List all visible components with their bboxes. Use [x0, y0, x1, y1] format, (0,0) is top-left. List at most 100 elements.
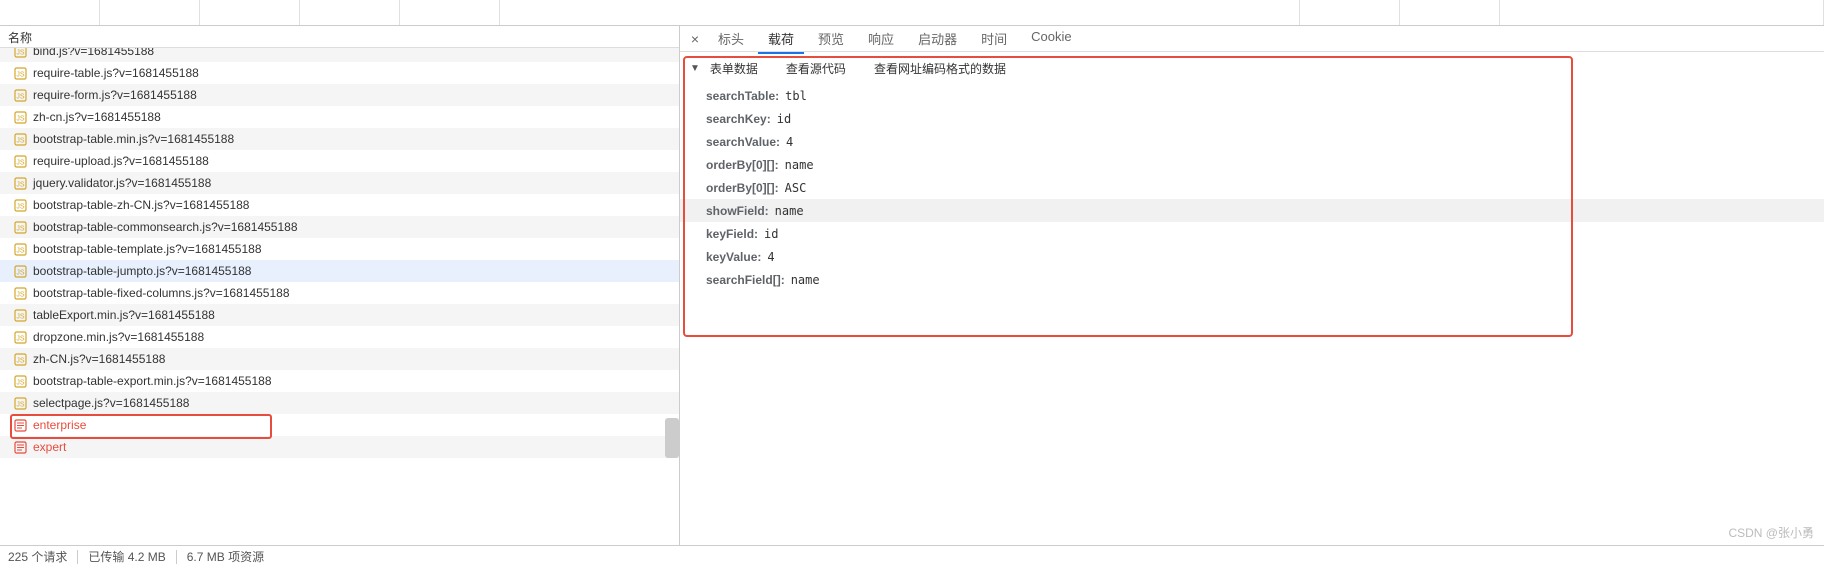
form-key: keyField:	[706, 227, 758, 241]
separator	[77, 550, 78, 564]
svg-text:JS: JS	[16, 49, 25, 56]
file-name-label: jquery.validator.js?v=1681455188	[33, 176, 211, 190]
sublink-view-source[interactable]: 查看源代码	[786, 60, 846, 77]
detail-tab[interactable]: 标头	[708, 25, 754, 53]
form-value: tbl	[785, 89, 807, 103]
tab-cell[interactable]	[200, 0, 300, 25]
network-request-row[interactable]: JSzh-cn.js?v=1681455188	[0, 106, 679, 128]
js-file-icon: JS	[14, 243, 27, 256]
network-request-row[interactable]: JSjquery.validator.js?v=1681455188	[0, 172, 679, 194]
js-file-icon: JS	[14, 48, 27, 58]
network-request-row[interactable]: enterprise	[0, 414, 679, 436]
network-request-row[interactable]: JSrequire-table.js?v=1681455188	[0, 62, 679, 84]
document-icon	[14, 419, 27, 432]
column-header-name[interactable]: 名称	[0, 26, 679, 48]
request-detail-panel: × 标头载荷预览响应启动器时间Cookie ▼ 表单数据 查看源代码 查看网址编…	[680, 26, 1824, 545]
status-transferred: 已传输 4.2 MB	[88, 548, 165, 565]
file-list: JSbind.js?v=1681455188JSrequire-table.js…	[0, 48, 679, 545]
detail-tab[interactable]: 启动器	[908, 25, 967, 53]
form-value: ASC	[785, 181, 807, 195]
detail-tab-strip: × 标头载荷预览响应启动器时间Cookie	[680, 26, 1824, 52]
network-request-row[interactable]: JS selectpage.js?v=1681455188	[0, 392, 679, 414]
detail-tab[interactable]: 时间	[971, 25, 1017, 53]
form-data-row[interactable]: searchKey:id	[706, 107, 1824, 130]
document-icon	[14, 441, 27, 454]
file-name-label: bootstrap-table-commonsearch.js?v=168145…	[33, 220, 298, 234]
close-icon[interactable]: ×	[686, 30, 704, 48]
network-request-row[interactable]: JS bootstrap-table.min.js?v=1681455188	[0, 128, 679, 150]
detail-tab[interactable]: 预览	[808, 25, 854, 53]
js-file-icon: JS	[14, 67, 27, 80]
js-file-icon: JS	[14, 287, 27, 300]
svg-text:JS: JS	[16, 159, 25, 166]
file-name-label: bootstrap-table-jumpto.js?v=1681455188	[33, 264, 251, 278]
detail-tab[interactable]: Cookie	[1021, 25, 1081, 53]
sublink-view-url-encoded[interactable]: 查看网址编码格式的数据	[874, 60, 1006, 77]
svg-text:JS: JS	[16, 137, 25, 144]
svg-text:JS: JS	[16, 115, 25, 122]
network-request-row[interactable]: JSbootstrap-table-fixed-columns.js?v=168…	[0, 282, 679, 304]
detail-tab[interactable]: 响应	[858, 25, 904, 53]
tab-cell[interactable]	[500, 0, 1300, 25]
js-file-icon: JS	[14, 221, 27, 234]
form-value: id	[764, 227, 778, 241]
sublink-form-data[interactable]: 表单数据	[710, 60, 758, 77]
network-request-row[interactable]: JS require-form.js?v=1681455188	[0, 84, 679, 106]
file-name-label: require-upload.js?v=1681455188	[33, 154, 209, 168]
form-data-row[interactable]: searchValue:4	[706, 130, 1824, 153]
form-data-row[interactable]: searchField[]:name	[706, 268, 1824, 291]
js-file-icon: JS	[14, 353, 27, 366]
file-name-label: require-form.js?v=1681455188	[33, 88, 197, 102]
svg-text:JS: JS	[16, 401, 25, 408]
form-data-row[interactable]: orderBy[0][]:name	[706, 153, 1824, 176]
file-name-label: zh-CN.js?v=1681455188	[33, 352, 165, 366]
network-request-row[interactable]: expert	[0, 436, 679, 458]
form-key: searchValue:	[706, 135, 780, 149]
form-value: name	[775, 204, 804, 218]
scrollbar-thumb[interactable]	[665, 418, 679, 458]
network-request-row[interactable]: JS zh-CN.js?v=1681455188	[0, 348, 679, 370]
form-data-row[interactable]: orderBy[0][]: ASC	[706, 176, 1824, 199]
network-request-row[interactable]: JSbootstrap-table-export.min.js?v=168145…	[0, 370, 679, 392]
file-name-label: selectpage.js?v=1681455188	[33, 396, 189, 410]
tab-cell[interactable]	[1300, 0, 1400, 25]
network-request-row[interactable]: JSbootstrap-table-template.js?v=16814551…	[0, 238, 679, 260]
file-name-label: enterprise	[33, 418, 86, 432]
watermark: CSDN @张小勇	[1728, 524, 1814, 541]
form-data-row[interactable]: keyField: id	[706, 222, 1824, 245]
form-key: searchField[]:	[706, 273, 785, 287]
file-name-label: bootstrap-table-zh-CN.js?v=1681455188	[33, 198, 249, 212]
detail-tab[interactable]: 载荷	[758, 25, 804, 54]
file-name-label: tableExport.min.js?v=1681455188	[33, 308, 215, 322]
network-request-row[interactable]: JSdropzone.min.js?v=1681455188	[0, 326, 679, 348]
svg-text:JS: JS	[16, 291, 25, 298]
network-request-row[interactable]: JSbootstrap-table-jumpto.js?v=1681455188	[0, 260, 679, 282]
network-request-row[interactable]: JSbootstrap-table-zh-CN.js?v=1681455188	[0, 194, 679, 216]
form-data-row[interactable]: searchTable:tbl	[706, 84, 1824, 107]
js-file-icon: JS	[14, 309, 27, 322]
tab-cell[interactable]	[1400, 0, 1500, 25]
expand-arrow-icon[interactable]: ▼	[690, 63, 700, 74]
svg-text:JS: JS	[16, 225, 25, 232]
svg-text:JS: JS	[16, 247, 25, 254]
form-data-row[interactable]: showField: name	[680, 199, 1824, 222]
form-data-row[interactable]: keyValue:4	[706, 245, 1824, 268]
tab-cell[interactable]	[1500, 0, 1824, 25]
file-name-label: bootstrap-table.min.js?v=1681455188	[33, 132, 234, 146]
tab-cell[interactable]	[100, 0, 200, 25]
network-request-row[interactable]: JS tableExport.min.js?v=1681455188	[0, 304, 679, 326]
js-file-icon: JS	[14, 111, 27, 124]
network-request-row[interactable]: JS bootstrap-table-commonsearch.js?v=1681…	[0, 216, 679, 238]
form-value: 4	[767, 250, 774, 264]
js-file-icon: JS	[14, 375, 27, 388]
network-request-row[interactable]: JSbind.js?v=1681455188	[0, 48, 679, 62]
tab-cell[interactable]	[0, 0, 100, 25]
tab-cell[interactable]	[400, 0, 500, 25]
status-requests: 225 个请求	[8, 548, 67, 565]
form-key: orderBy[0][]:	[706, 181, 779, 195]
network-request-row[interactable]: JS require-upload.js?v=1681455188	[0, 150, 679, 172]
js-file-icon: JS	[14, 397, 27, 410]
tab-cell[interactable]	[300, 0, 400, 25]
form-key: showField:	[706, 204, 769, 218]
js-file-icon: JS	[14, 89, 27, 102]
